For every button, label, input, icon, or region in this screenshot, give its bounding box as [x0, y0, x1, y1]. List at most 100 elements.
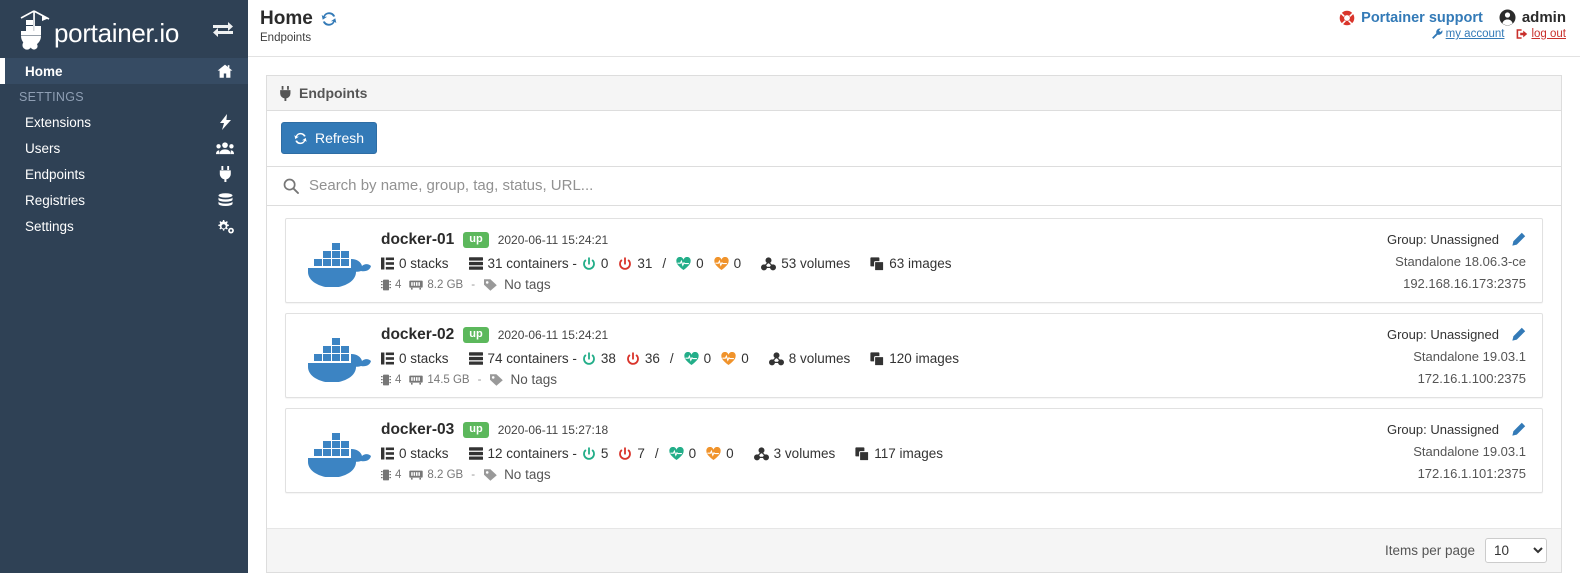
refresh-icon[interactable] — [320, 10, 338, 28]
volumes-stat: 3 volumes — [753, 446, 835, 461]
tags-stat: No tags — [483, 277, 551, 292]
tags-label: No tags — [510, 372, 557, 387]
volumes-icon — [753, 446, 769, 461]
user-block[interactable]: admin — [1499, 9, 1566, 26]
search-bar — [267, 167, 1561, 206]
sidebar-item-endpoints[interactable]: Endpoints — [0, 161, 248, 187]
sidebar-item-label: Home — [25, 63, 63, 79]
home-icon — [216, 64, 234, 79]
app-root: portainer.io Home SETTINGS Extensions Us… — [0, 0, 1580, 573]
status-badge: up — [463, 232, 489, 248]
endpoint-meta: Group: Unassigned Standalone 19.03.1 172… — [1387, 420, 1528, 482]
plug-icon — [216, 166, 234, 182]
stopped-count: 7 — [637, 446, 645, 461]
endpoint-meta: Group: Unassigned Standalone 19.03.1 172… — [1387, 325, 1528, 387]
running-stat: 0 — [582, 256, 608, 271]
power-off-icon — [618, 446, 632, 461]
items-per-page-label: Items per page — [1384, 543, 1475, 558]
sign-out-icon — [1516, 28, 1528, 40]
user-circle-icon — [1499, 9, 1516, 26]
stacks-stat: 0 stacks — [381, 351, 449, 366]
healthy-count: 0 — [696, 256, 704, 271]
status-badge: up — [463, 327, 489, 343]
sidebar-item-extensions[interactable]: Extensions — [0, 109, 248, 135]
sidebar-item-home[interactable]: Home — [0, 58, 248, 84]
endpoint-timestamp: 2020-06-11 15:24:21 — [497, 328, 609, 342]
images-stat: 120 images — [870, 351, 959, 366]
endpoint-stats-row: 0 stacks — [381, 256, 1387, 271]
search-input[interactable] — [309, 177, 1547, 194]
volumes-stat: 8 volumes — [768, 351, 850, 366]
sidebar-item-registries[interactable]: Registries — [0, 187, 248, 213]
main-area: Home Endpoints Portainer support admin m… — [248, 0, 1580, 573]
images-icon — [855, 446, 870, 461]
my-account-link[interactable]: my account — [1431, 28, 1504, 40]
healthy-count: 0 — [703, 351, 712, 366]
sidebar-section-settings: SETTINGS — [19, 90, 84, 104]
memory-stat: 14.5 GB — [409, 374, 470, 386]
edit-icon[interactable] — [1511, 232, 1526, 247]
running-count: 38 — [600, 351, 616, 366]
volumes-label: 53 volumes — [781, 256, 851, 271]
endpoint-stats-row: 0 stacks — [381, 446, 1387, 461]
power-on-icon — [582, 351, 596, 366]
edit-icon[interactable] — [1511, 422, 1526, 437]
tag-icon — [483, 468, 498, 482]
tags-label: No tags — [504, 467, 551, 482]
containers-label: 31 containers - — [487, 256, 577, 271]
sidebar-item-label: Extensions — [25, 114, 92, 130]
logout-link[interactable]: log out — [1516, 28, 1566, 40]
logout-label: log out — [1531, 28, 1566, 40]
stacks-stat: 0 stacks — [381, 446, 449, 461]
endpoint-header-row: docker-02 up 2020-06-11 15:24:21 — [381, 326, 1387, 344]
endpoint-timestamp: 2020-06-11 15:24:21 — [497, 233, 609, 247]
exchange-arrows-icon[interactable] — [212, 19, 234, 39]
items-per-page-select[interactable]: 10 — [1485, 538, 1547, 563]
containers-stat: 74 containers - 38 36 / 0 0 — [468, 351, 749, 366]
unhealthy-stat: 0 — [714, 256, 741, 271]
endpoint-card[interactable]: docker-02 up 2020-06-11 15:24:21 0 stack… — [285, 313, 1543, 398]
healthy-stat: 0 — [669, 446, 696, 461]
endpoint-card[interactable]: docker-01 up 2020-06-11 15:24:21 0 stack… — [285, 218, 1543, 303]
unhealthy-count: 0 — [741, 351, 749, 366]
portainer-support-link[interactable]: Portainer support — [1339, 10, 1483, 26]
endpoint-group-label: Group: Unassigned — [1386, 232, 1499, 247]
page-title: Home — [260, 9, 338, 29]
stat-separator: / — [662, 256, 667, 271]
endpoint-group-label: Group: Unassigned — [1386, 327, 1499, 342]
memory-stat: 8.2 GB — [409, 469, 463, 481]
stacks-label: 0 stacks — [399, 256, 449, 271]
sidebar-item-users[interactable]: Users — [0, 135, 248, 161]
sidebar-item-label: Endpoints — [25, 166, 86, 182]
power-off-icon — [626, 351, 640, 366]
volumes-stat: 53 volumes — [761, 256, 850, 271]
stat-separator: / — [669, 351, 674, 366]
panel-title: Endpoints — [299, 85, 368, 101]
refresh-button[interactable]: Refresh — [281, 122, 378, 154]
unhealthy-stat: 0 — [706, 446, 734, 461]
endpoint-resources-row: 4 — [381, 277, 1387, 292]
healthy-stat: 0 — [676, 256, 704, 271]
endpoint-card[interactable]: docker-03 up 2020-06-11 15:27:18 0 stack… — [285, 408, 1543, 493]
images-label: 117 images — [874, 446, 943, 461]
page-subtitle: Endpoints — [260, 31, 312, 44]
endpoint-resources-row: 4 — [381, 372, 1387, 387]
endpoint-stats-row: 0 stacks — [381, 351, 1387, 366]
sidebar-item-settings[interactable]: Settings — [0, 213, 248, 239]
cpu-count: 4 — [395, 373, 402, 386]
cpu-icon — [381, 279, 391, 291]
unhealthy-stat: 0 — [721, 351, 749, 366]
unhealthy-count: 0 — [726, 446, 734, 461]
lifebuoy-icon — [1339, 10, 1355, 26]
containers-icon — [468, 447, 483, 460]
containers-icon — [468, 352, 483, 365]
topbar-right: Portainer support admin my account log o… — [1339, 9, 1566, 40]
stacks-icon — [381, 447, 394, 460]
wrench-icon — [1431, 28, 1443, 40]
running-stat: 38 — [582, 351, 616, 366]
edit-icon[interactable] — [1511, 327, 1526, 342]
panel-toolbar: Refresh — [267, 111, 1561, 167]
stopped-count: 31 — [637, 256, 653, 271]
endpoint-engine: Standalone 19.03.1 — [1413, 349, 1526, 364]
page-header: Home Endpoints — [258, 9, 338, 44]
